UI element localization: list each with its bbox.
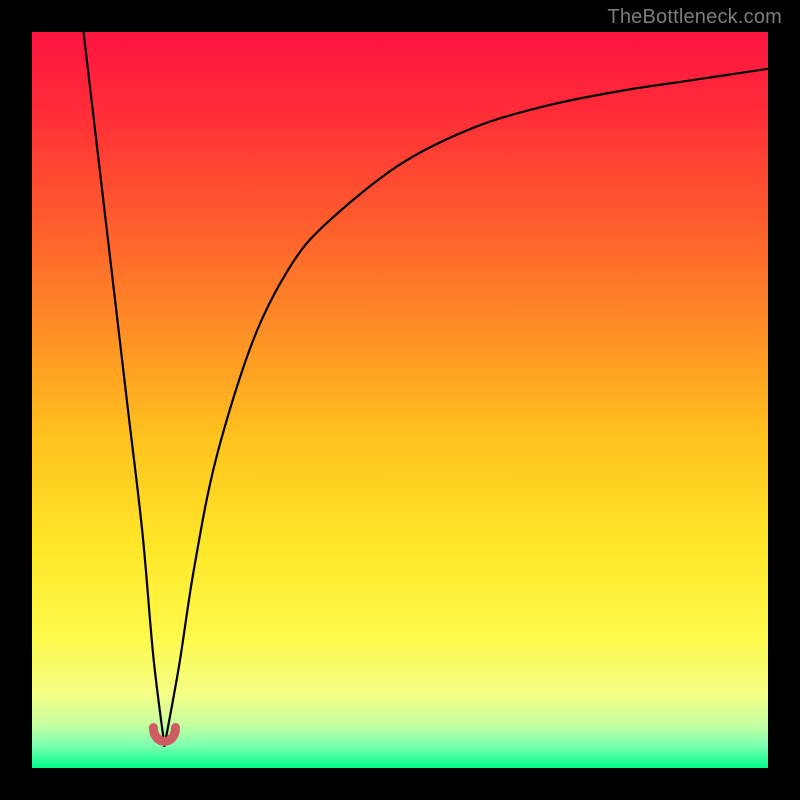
watermark-text: TheBottleneck.com: [607, 6, 782, 29]
bottleneck-chart: [32, 32, 768, 768]
plot-area: [32, 32, 768, 768]
curve-left-branch: [84, 32, 165, 746]
chart-frame: TheBottleneck.com: [0, 0, 800, 800]
minimum-marker: [153, 728, 175, 742]
curve-right-branch: [164, 69, 768, 746]
